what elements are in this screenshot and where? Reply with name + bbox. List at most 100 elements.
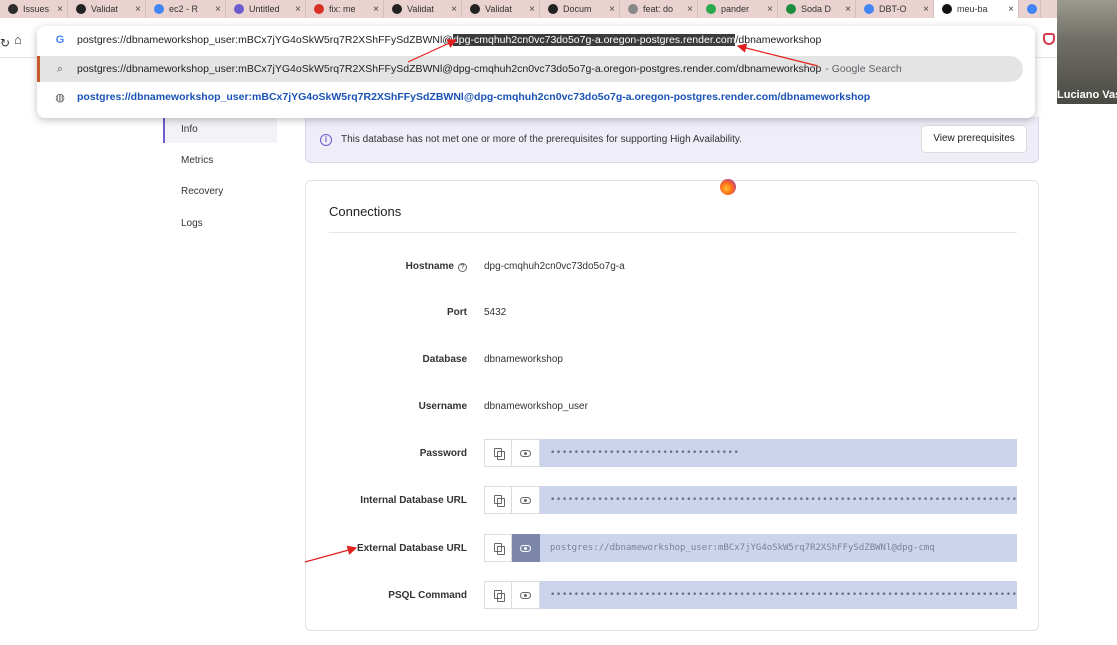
suggestion-text: postgres://dbnameworkshop_user:mBCx7jYG4… <box>77 63 822 75</box>
copy-icon <box>493 495 505 507</box>
port-label: Port <box>447 307 467 318</box>
reveal-password-button[interactable] <box>512 439 540 467</box>
close-tab-icon[interactable]: × <box>57 4 63 15</box>
help-icon[interactable]: ? <box>458 263 467 272</box>
browser-tab[interactable]: feat: do × <box>620 0 698 18</box>
close-tab-icon[interactable]: × <box>529 4 535 15</box>
browser-tab[interactable]: Untitled × <box>226 0 306 18</box>
copy-password-button[interactable] <box>484 439 512 467</box>
reveal-external-url-button[interactable] <box>512 534 540 562</box>
tab-favicon-icon <box>628 4 638 14</box>
hostname-label: Hostname? <box>306 261 467 272</box>
toolbar-button[interactable]: ↻ <box>0 36 10 50</box>
browser-tab[interactable]: Soda D × <box>778 0 856 18</box>
browser-tab[interactable] <box>1019 0 1041 18</box>
copy-psql-button[interactable] <box>484 581 512 609</box>
close-tab-icon[interactable]: × <box>295 4 301 15</box>
close-tab-icon[interactable]: × <box>1008 4 1014 15</box>
omnibox-suggestion-url[interactable]: ◍ postgres://dbnameworkshop_user:mBCx7jY… <box>37 84 1035 110</box>
webcam-name: Luciano Vas <box>1057 89 1117 101</box>
tab-title: fix: me <box>329 4 356 14</box>
close-tab-icon[interactable]: × <box>609 4 615 15</box>
close-tab-icon[interactable]: × <box>687 4 693 15</box>
eye-icon <box>520 544 531 552</box>
tab-title: ec2 - R <box>169 4 199 14</box>
sidebar-item-logs[interactable]: Logs <box>181 218 203 229</box>
tab-favicon-icon <box>234 4 244 14</box>
tab-title: Untitled <box>249 4 280 14</box>
url-prefix: postgres://dbnameworkshop_user:mBCx7jYG4… <box>77 34 453 46</box>
info-icon: i <box>320 134 332 146</box>
sidebar-item-info[interactable]: Info <box>181 124 198 135</box>
copy-icon <box>493 590 505 602</box>
browser-tab[interactable]: fix: me × <box>306 0 384 18</box>
browser-tab[interactable]: meu-ba × <box>934 0 1019 18</box>
tab-favicon-icon <box>942 4 952 14</box>
internal-url-label: Internal Database URL <box>360 495 467 506</box>
tab-favicon-icon <box>706 4 716 14</box>
hostname-value: dpg-cmqhuh2cn0vc73do5o7g-a <box>484 261 625 272</box>
password-label: Password <box>419 448 467 459</box>
psql-label: PSQL Command <box>388 590 467 601</box>
reveal-psql-button[interactable] <box>512 581 540 609</box>
omnibox-dropdown: G postgres://dbnameworkshop_user:mBCx7jY… <box>37 26 1035 118</box>
connections-title: Connections <box>329 204 402 219</box>
password-value: •••••••••••••••••••••••••••••••• <box>540 439 1017 467</box>
eye-icon <box>520 496 531 504</box>
username-label: Username <box>418 401 467 412</box>
close-tab-icon[interactable]: × <box>451 4 457 15</box>
tab-favicon-icon <box>392 4 402 14</box>
google-icon: G <box>55 34 65 46</box>
browser-tab[interactable]: Docum × <box>540 0 620 18</box>
omnibox-suggestion-search[interactable]: ⌕ postgres://dbnameworkshop_user:mBCx7jY… <box>37 56 1023 82</box>
copy-internal-url-button[interactable] <box>484 486 512 514</box>
database-label: Database <box>422 354 467 365</box>
browser-logo-icon <box>720 179 736 195</box>
tab-favicon-icon <box>76 4 86 14</box>
browser-tab[interactable]: Validat × <box>462 0 540 18</box>
psql-field: ••••••••••••••••••••••••••••••••••••••••… <box>484 581 1017 609</box>
omnibox-input[interactable]: G postgres://dbnameworkshop_user:mBCx7jY… <box>37 27 1035 53</box>
close-tab-icon[interactable]: × <box>215 4 221 15</box>
external-url-label: External Database URL <box>356 543 467 554</box>
browser-tab[interactable]: ec2 - R × <box>146 0 226 18</box>
reveal-internal-url-button[interactable] <box>512 486 540 514</box>
tab-title: pander <box>721 4 750 14</box>
close-tab-icon[interactable]: × <box>135 4 141 15</box>
banner-message: This database has not met one or more of… <box>341 134 742 145</box>
external-url-value[interactable]: postgres://dbnameworkshop_user:mBCx7jYG4… <box>540 534 1017 562</box>
browser-tab[interactable]: pander × <box>698 0 778 18</box>
sidebar-item-recovery[interactable]: Recovery <box>181 186 223 197</box>
divider <box>329 232 1017 233</box>
browser-tab-strip: Issues × Validat × ec2 - R × Untitled × fix: me ×… <box>0 0 1117 18</box>
close-tab-icon[interactable]: × <box>923 4 929 15</box>
tab-favicon-icon <box>314 4 324 14</box>
pocket-icon[interactable] <box>1043 33 1055 45</box>
tab-favicon-icon <box>1027 4 1037 14</box>
port-value: 5432 <box>484 307 507 318</box>
browser-tab[interactable]: Validat × <box>68 0 146 18</box>
suggestion-source: - Google Search <box>825 63 902 75</box>
tab-title: Docum <box>563 4 592 14</box>
browser-tab[interactable]: DBT-O × <box>856 0 934 18</box>
sidebar-item-metrics[interactable]: Metrics <box>181 155 213 166</box>
close-tab-icon[interactable]: × <box>373 4 379 15</box>
close-tab-icon[interactable]: × <box>845 4 851 15</box>
copy-external-url-button[interactable] <box>484 534 512 562</box>
username-value: dbnameworkshop_user <box>484 401 588 412</box>
external-url-field: postgres://dbnameworkshop_user:mBCx7jYG4… <box>484 534 1017 562</box>
tab-title: DBT-O <box>879 4 907 14</box>
tab-title: Soda D <box>801 4 832 14</box>
browser-tab[interactable]: Issues × <box>0 0 68 18</box>
home-icon[interactable]: ⌂ <box>14 32 22 47</box>
suggestion-url: postgres://dbnameworkshop_user:mBCx7jYG4… <box>77 91 871 103</box>
globe-icon: ◍ <box>55 91 65 104</box>
close-tab-icon[interactable]: × <box>767 4 773 15</box>
tab-favicon-icon <box>470 4 480 14</box>
browser-tab[interactable]: Validat × <box>384 0 462 18</box>
tab-title: Validat <box>485 4 512 14</box>
url-suffix: /dbnameworkshop <box>735 34 822 46</box>
url-highlight: dpg-cmqhuh2cn0vc73do5o7g-a.oregon-postgr… <box>452 34 736 46</box>
view-prerequisites-button[interactable]: View prerequisites <box>921 125 1027 153</box>
tab-favicon-icon <box>864 4 874 14</box>
